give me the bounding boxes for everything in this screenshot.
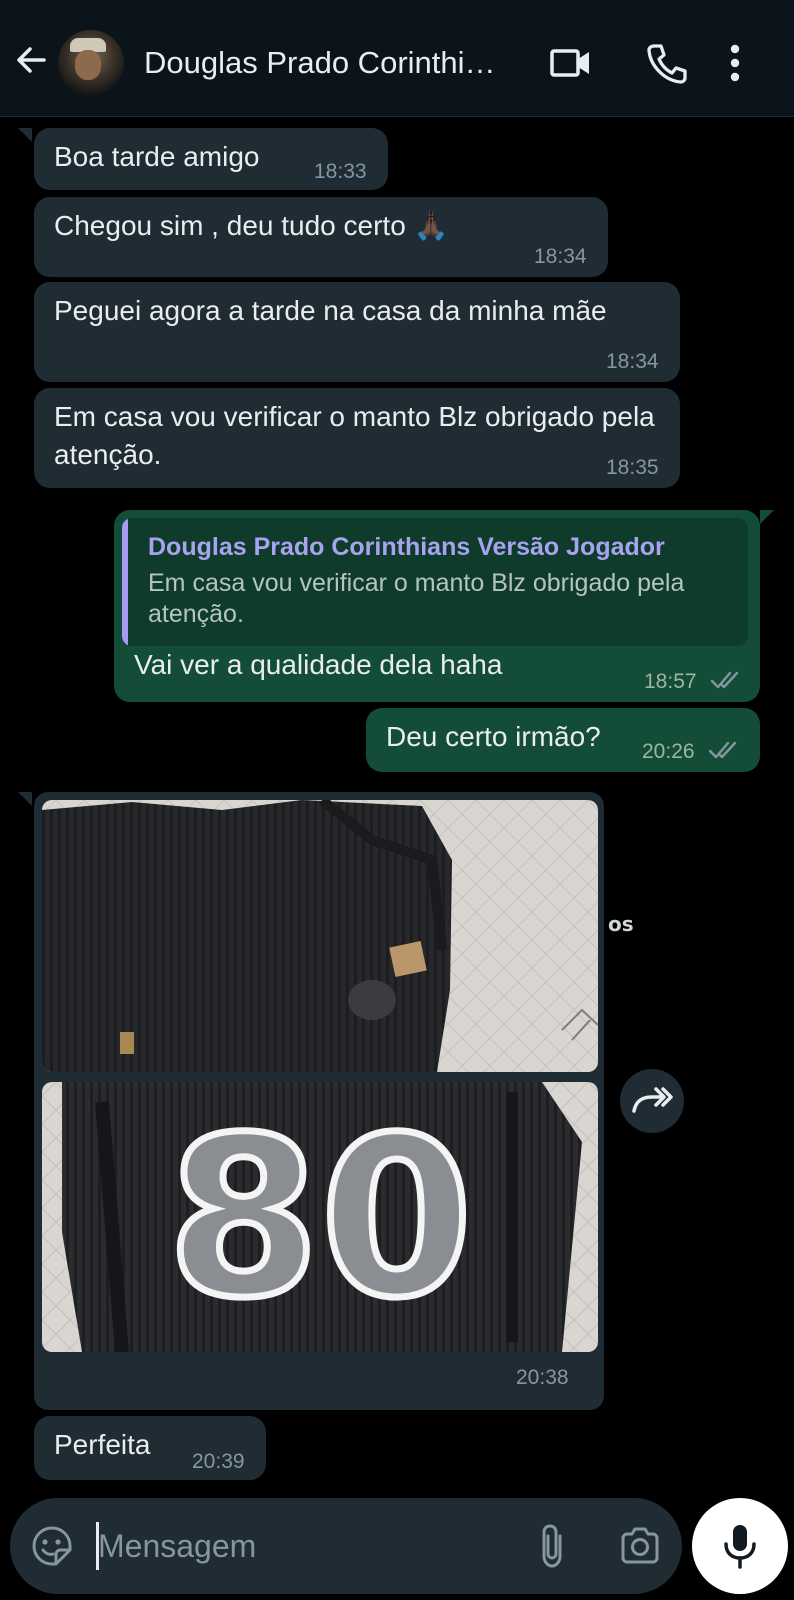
message-time: 18:33 bbox=[314, 160, 367, 183]
incoming-message[interactable]: Boa tarde amigo 18:33 bbox=[34, 128, 388, 190]
quoted-message[interactable]: Douglas Prado Corinthians Versão Jogador… bbox=[122, 518, 748, 646]
incoming-message[interactable]: Peguei agora a tarde na casa da minha mã… bbox=[34, 282, 680, 382]
message-composer bbox=[10, 1498, 682, 1594]
outgoing-reply-message[interactable]: Douglas Prado Corinthians Versão Jogador… bbox=[114, 510, 760, 702]
message-time: 20:38 bbox=[516, 1366, 569, 1389]
more-options-icon[interactable] bbox=[726, 40, 772, 86]
outgoing-message[interactable]: Deu certo irmão? 20:26 bbox=[366, 708, 760, 772]
quoted-text: Em casa vou verificar o manto Blz obriga… bbox=[148, 569, 685, 628]
forward-button[interactable] bbox=[620, 1069, 684, 1133]
message-time: 18:34 bbox=[606, 350, 659, 373]
message-text: Chegou sim , deu tudo certo 🙏🏿 bbox=[54, 210, 449, 241]
emoji-sticker-icon[interactable] bbox=[30, 1524, 74, 1568]
jersey-back-photo[interactable]: 80 bbox=[42, 1082, 598, 1352]
quoted-author: Douglas Prado Corinthians Versão Jogador bbox=[148, 533, 665, 561]
voice-record-button[interactable] bbox=[692, 1498, 788, 1594]
phone-call-icon[interactable] bbox=[644, 40, 690, 86]
message-time: 20:26 bbox=[642, 740, 695, 763]
double-check-icon bbox=[710, 671, 739, 689]
avatar-face-shape bbox=[75, 50, 101, 80]
message-input[interactable] bbox=[98, 1520, 498, 1572]
attach-paperclip-icon[interactable] bbox=[530, 1522, 574, 1570]
message-text: Peguei agora a tarde na casa da minha mã… bbox=[54, 295, 607, 326]
incoming-message[interactable]: Chegou sim , deu tudo certo 🙏🏿 18:34 bbox=[34, 197, 608, 277]
forward-icon bbox=[632, 1087, 673, 1113]
camera-icon[interactable] bbox=[618, 1524, 662, 1568]
microphone-icon bbox=[724, 1525, 756, 1569]
double-check-icon bbox=[708, 741, 737, 759]
message-text: Vai ver a qualidade dela haha bbox=[134, 649, 503, 680]
incoming-message[interactable]: Em casa vou verificar o manto Blz obriga… bbox=[34, 388, 680, 488]
bubble-tail bbox=[18, 792, 32, 806]
message-text: Deu certo irmão? bbox=[386, 721, 601, 752]
back-arrow-icon[interactable] bbox=[12, 40, 52, 80]
video-call-icon[interactable] bbox=[548, 40, 594, 86]
message-text: Em casa vou verificar o manto Blz obriga… bbox=[54, 401, 655, 470]
message-time: 18:34 bbox=[534, 245, 587, 268]
jersey-number: 80 bbox=[167, 1090, 473, 1346]
background-text-fragment: os bbox=[608, 912, 634, 936]
message-time: 20:39 bbox=[192, 1450, 245, 1473]
incoming-image-message[interactable]: 80 20:38 bbox=[34, 792, 604, 1410]
contact-avatar[interactable] bbox=[58, 30, 124, 96]
incoming-message[interactable]: Perfeita 20:39 bbox=[34, 1416, 266, 1480]
quote-accent-bar bbox=[122, 518, 128, 646]
contact-name[interactable]: Douglas Prado Corinthi… bbox=[144, 44, 514, 82]
message-time: 18:57 bbox=[644, 670, 697, 693]
bubble-tail bbox=[760, 510, 774, 524]
message-time: 18:35 bbox=[606, 456, 659, 479]
bubble-tail bbox=[18, 128, 32, 142]
chat-header: Douglas Prado Corinthi… bbox=[0, 0, 794, 117]
jersey-front-photo[interactable] bbox=[42, 800, 598, 1072]
